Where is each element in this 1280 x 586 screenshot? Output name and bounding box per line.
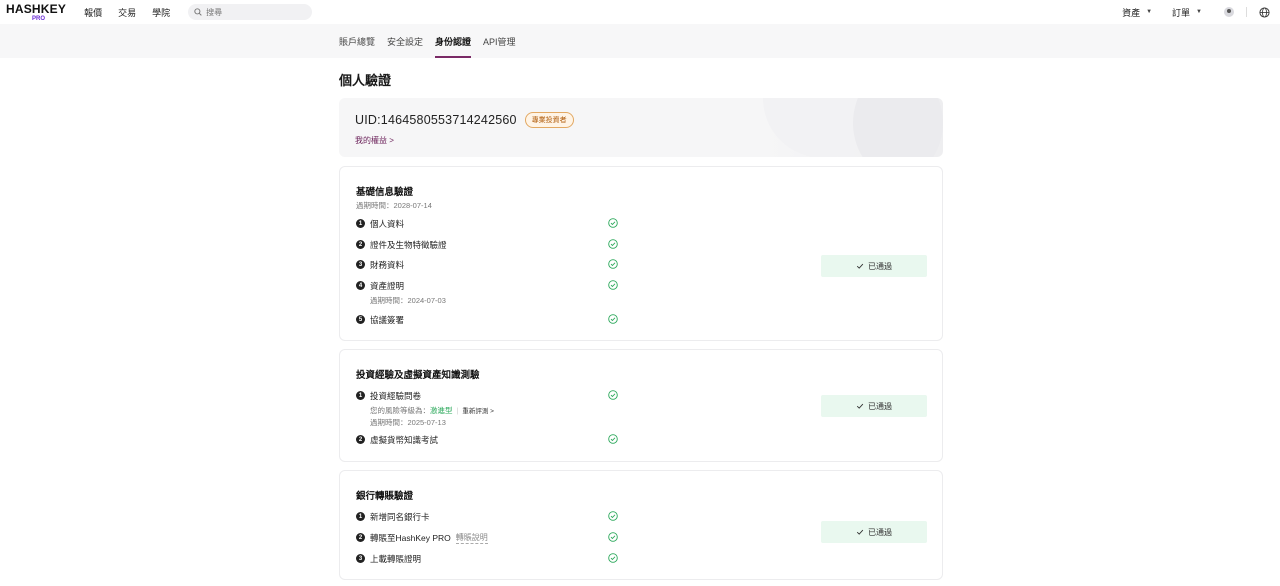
chevron-down-icon: ▼ [1146,9,1153,15]
step-number: 1 [356,219,365,228]
status-badge: 已通過 [821,255,927,277]
step-number: 2 [356,435,365,444]
step-label: 財務資料 [370,260,405,270]
hashkey-logo[interactable]: HASHKEY PRO [6,3,66,22]
tab-api-management[interactable]: API管理 [483,24,516,58]
risk-level: 您的風險等級為：激進型 | 重新評測 > [370,405,494,416]
list-item: 1 個人資料 [356,218,656,230]
chevron-down-icon: ▼ [1196,9,1202,15]
section-title: 銀行轉賬驗證 [356,491,414,502]
nav-quotes[interactable]: 報價 [84,6,102,19]
globe-icon[interactable] [1259,6,1270,18]
risk-value: 激進型 [430,406,453,415]
tab-security-settings[interactable]: 安全設定 [387,24,423,58]
section-title: 基礎信息驗證 [356,187,414,198]
page-title: 個人驗證 [339,73,392,88]
check-circle-icon [608,280,618,290]
orders-menu[interactable]: 訂單 ▼ [1172,6,1202,19]
reassess-link[interactable]: 重新評測 > [462,408,494,415]
status-text: 已通過 [868,261,892,271]
my-rights-link[interactable]: 我的權益 > [355,135,394,146]
step-number: 1 [356,391,365,400]
check-circle-icon [608,314,618,324]
step-number: 4 [356,281,365,290]
uid-text: UID:1464580553714242560 [355,113,517,127]
step-expiry: 過期時間：2024-07-03 [370,296,446,305]
investment-knowledge-card: 投資經驗及虛擬資產知識測驗 1 投資經驗問卷 您的風險等級為：激進型 | 重新評測 … [339,349,943,462]
divider: | [456,408,459,415]
check-circle-icon [608,511,618,521]
check-icon [856,403,864,409]
transfer-instructions-link[interactable]: 轉賬說明 [455,532,488,544]
step-number: 1 [356,512,365,521]
top-bar: HASHKEY PRO 報價 交易 學院 資產 ▼ 訂單 ▼ [0,0,1280,24]
section-expiry: 過期時間：2028-07-14 [356,201,432,210]
logo-sub-text: PRO [32,15,46,22]
search-icon [194,8,202,16]
status-text: 已通過 [868,527,892,537]
check-icon [856,263,864,269]
list-item: 3 財務資料 [356,259,656,271]
step-label: 資產證明 [370,281,405,291]
list-item: 1 新增同名銀行卡 [356,511,656,523]
assets-menu[interactable]: 資產 ▼ [1122,6,1152,19]
avatar[interactable] [1224,7,1234,17]
step-label: 個人資料 [370,219,405,229]
step-number: 2 [356,240,365,249]
step-number: 3 [356,554,365,563]
list-item: 2 虛擬貨幣知識考試 [356,434,656,446]
step-label: 新增同名銀行卡 [370,512,430,522]
step-number: 2 [356,533,365,542]
nav-trade[interactable]: 交易 [118,6,136,19]
step-label: 投資經驗問卷 [370,391,422,401]
basic-info-verification-card: 基礎信息驗證 過期時間：2028-07-14 1 個人資料 2 證件及生物特徵驗… [339,166,943,341]
status-badge: 已通過 [821,521,927,543]
check-circle-icon [608,218,618,228]
search-box[interactable] [188,4,313,20]
nav-academy[interactable]: 學院 [152,6,170,19]
tab-identity-verification[interactable]: 身份認證 [435,24,472,58]
professional-investor-badge: 專業投資者 [524,112,574,128]
risk-prefix: 您的風險等級為： [370,406,430,415]
list-item: 5 協議簽署 [356,314,656,326]
step-label: 上載轉賬證明 [370,554,422,564]
list-item: 1 投資經驗問卷 您的風險等級為：激進型 | 重新評測 > 過期時間：2025-07… [356,390,656,428]
step-label: 證件及生物特徵驗證 [370,240,447,250]
status-text: 已通過 [868,401,892,411]
top-right-menu: 資產 ▼ 訂單 ▼ [1102,0,1270,24]
list-item: 2 證件及生物特徵驗證 [356,239,656,251]
orders-label: 訂單 [1172,7,1191,18]
step-label: 轉賬至HashKey PRO [370,533,451,543]
list-item: 2 轉賬至HashKey PRO 轉賬說明 [356,532,656,544]
step-label: 虛擬貨幣知識考試 [370,435,439,445]
check-circle-icon [608,259,618,269]
check-icon [856,529,864,535]
logo-text: HASHKEY [6,1,67,16]
list-item: 4 資產證明 過期時間：2024-07-03 [356,280,656,306]
check-circle-icon [608,390,618,400]
check-circle-icon [608,239,618,249]
list-item: 3 上載轉賬證明 [356,553,656,565]
tab-account-overview[interactable]: 賬戶總覽 [339,24,375,58]
check-circle-icon [608,434,618,444]
check-circle-icon [608,532,618,542]
bank-transfer-verification-card: 銀行轉賬驗證 1 新增同名銀行卡 2 轉賬至HashKey PRO 轉賬說明 3… [339,470,943,580]
status-badge: 已通過 [821,395,927,417]
search-input[interactable] [206,7,297,17]
check-circle-icon [608,553,618,563]
step-label: 協議簽署 [370,315,405,325]
step-number: 5 [356,315,365,324]
assets-label: 資產 [1122,7,1141,18]
section-title: 投資經驗及虛擬資產知識測驗 [356,370,480,381]
profile-card: UID:1464580553714242560 專業投資者 我的權益 > [339,98,943,157]
account-subnav: 賬戶總覽 安全設定 身份認證 API管理 [0,24,1280,58]
main-content: 個人驗證 UID:1464580553714242560 專業投資者 我的權益 … [339,58,943,580]
step-number: 3 [356,260,365,269]
step-expiry: 過期時間：2025-07-13 [370,418,446,427]
divider [1246,7,1247,17]
